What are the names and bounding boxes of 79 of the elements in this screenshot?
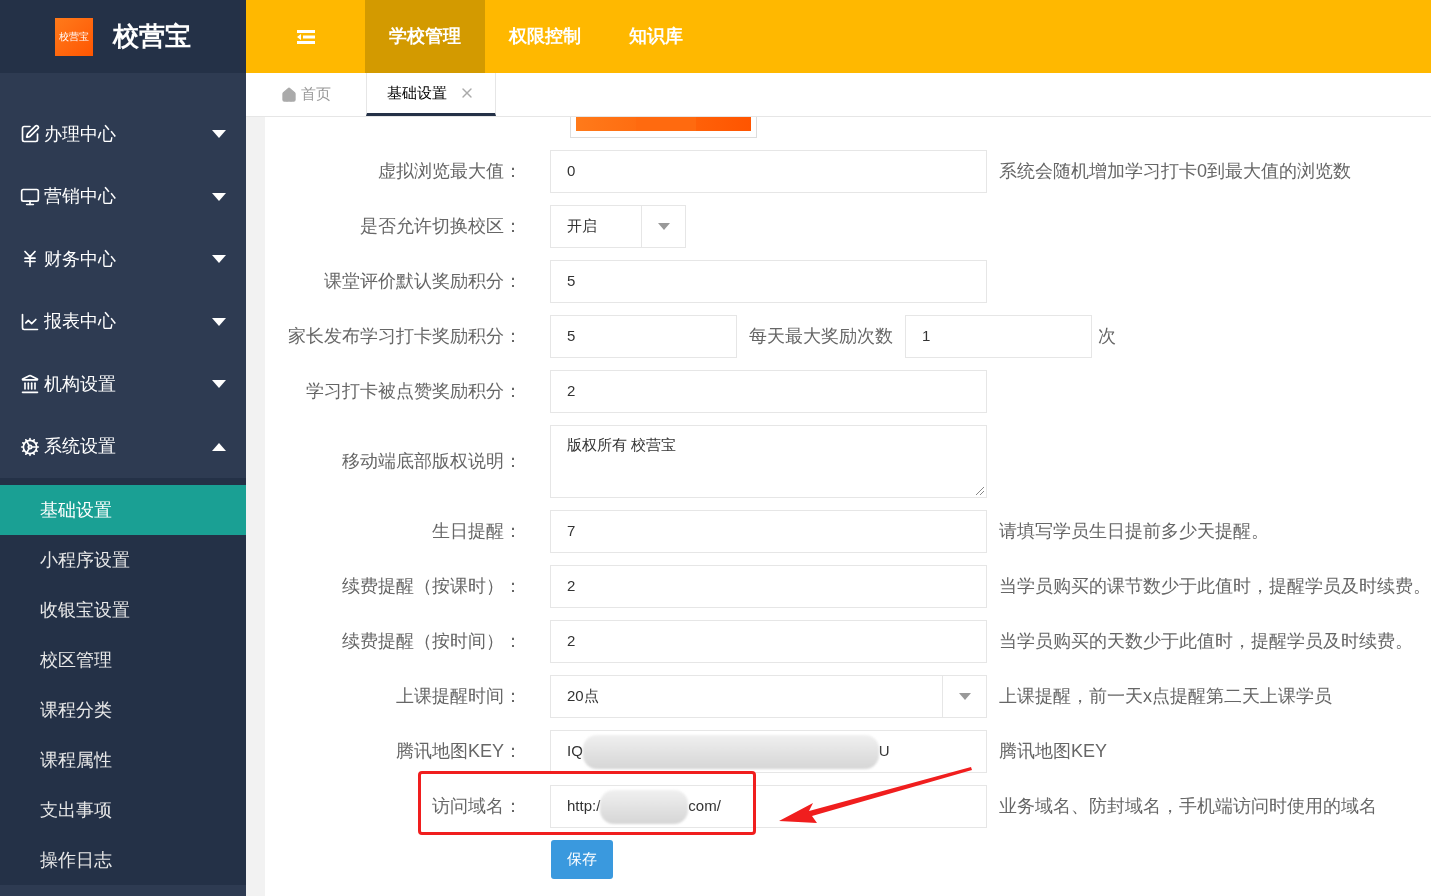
sidebar-item[interactable]: 系统设置 xyxy=(0,415,246,478)
field-hint: 当学员购买的课节数少于此值时，提醒学员及时续费。 xyxy=(999,575,1431,598)
field-hint: 业务域名、防封域名，手机端访问时使用的域名 xyxy=(999,795,1377,818)
field-hint: 上课提醒，前一天x点提醒第二天上课学员 xyxy=(999,685,1332,708)
input-field[interactable]: 1 xyxy=(905,315,1092,358)
submenu-item[interactable]: 小程序设置 xyxy=(0,535,246,585)
app-title: 校营宝 xyxy=(113,20,191,53)
field-value: http:/ xyxy=(567,796,601,817)
field-hint: 请填写学员生日提前多少天提醒。 xyxy=(999,520,1269,543)
unit-label: 次 xyxy=(1098,325,1116,348)
sidebar-item[interactable]: 机构设置 xyxy=(0,353,246,416)
select-field[interactable]: 开启 xyxy=(550,205,686,248)
sidebar-label: 营销中心 xyxy=(44,185,117,209)
caret-down-icon xyxy=(212,317,226,326)
input-field[interactable]: 0 xyxy=(550,150,987,193)
edit-icon xyxy=(20,124,40,145)
submenu-item[interactable]: 收银宝设置 xyxy=(0,585,246,635)
field-label: 家长发布学习打卡奖励积分： xyxy=(287,325,523,348)
input-field[interactable]: 5 xyxy=(550,260,987,303)
field-value: U xyxy=(878,741,890,762)
submenu-item[interactable]: 支出事项 xyxy=(0,785,246,835)
select-value: 20点 xyxy=(566,686,600,707)
sidebar-item[interactable]: 报表中心 xyxy=(0,290,246,353)
field-value: com/ xyxy=(688,796,721,817)
sidebar-label: 财务中心 xyxy=(44,247,117,271)
field-label: 腾讯地图KEY： xyxy=(394,740,523,763)
textarea-value: 版权所有 校营宝 xyxy=(567,436,677,453)
select-value: 开启 xyxy=(566,216,598,237)
submenu-item[interactable]: 课程属性 xyxy=(0,735,246,785)
home-icon xyxy=(281,86,297,103)
gear-icon xyxy=(20,436,40,457)
sidebar-label: 系统设置 xyxy=(44,435,117,459)
field-label: 生日提醒： xyxy=(431,520,523,543)
field-label: 续费提醒（按时间）： xyxy=(341,630,523,653)
monitor-icon xyxy=(20,186,40,207)
field-label: 移动端底部版权说明： xyxy=(341,450,523,473)
field-label: 访问域名： xyxy=(431,795,523,818)
sidebar-item[interactable]: 营销中心 xyxy=(0,165,246,228)
logo-badge: 校营宝 xyxy=(55,17,93,56)
select-field[interactable]: 20点 xyxy=(550,675,987,718)
line-chart-icon xyxy=(20,311,40,332)
caret-up-icon xyxy=(212,442,226,451)
field-label: 每天最大奖励次数 xyxy=(749,325,893,348)
submenu-item[interactable]: 操作日志 xyxy=(0,835,246,885)
field-label: 课堂评价默认奖励积分： xyxy=(323,270,523,293)
caret-down-icon xyxy=(212,192,226,201)
input-field[interactable]: 2 xyxy=(550,565,987,608)
sidebar-item[interactable]: 办理中心 xyxy=(0,103,246,166)
field-label: 上课提醒时间： xyxy=(395,685,523,708)
field-hint: 腾讯地图KEY xyxy=(999,740,1108,763)
field-label: 学习打卡被点赞奖励积分： xyxy=(305,380,523,403)
sidebar-item[interactable]: 财务中心 xyxy=(0,228,246,291)
input-field[interactable]: 7 xyxy=(550,510,987,553)
caret-down-icon xyxy=(212,255,226,264)
submenu-item[interactable]: 课程分类 xyxy=(0,685,246,735)
sidebar-label: 办理中心 xyxy=(44,122,117,146)
menu-toggle-icon[interactable] xyxy=(296,29,315,44)
input-field[interactable]: 2 xyxy=(550,370,987,413)
submenu-item[interactable]: 校区管理 xyxy=(0,635,246,685)
caret-down-icon xyxy=(212,380,226,389)
field-hint: 当学员购买的天数少于此值时，提醒学员及时续费。 xyxy=(999,630,1413,653)
field-hint: 系统会随机增加学习打卡0到最大值的浏览数 xyxy=(999,160,1351,183)
input-field[interactable]: 2 xyxy=(550,620,987,663)
field-label: 虚拟浏览最大值： xyxy=(377,160,523,183)
page-tab[interactable]: 基础设置 xyxy=(366,73,496,116)
bank-icon xyxy=(20,374,40,395)
dropdown-arrow-icon xyxy=(958,693,971,700)
input-field[interactable]: IQ U xyxy=(550,730,987,773)
field-label: 续费提醒（按课时）： xyxy=(341,575,523,598)
input-field[interactable]: 5 xyxy=(550,315,737,358)
sidebar-label: 机构设置 xyxy=(44,372,117,396)
field-value: IQ xyxy=(567,741,583,762)
resize-handle-icon xyxy=(975,486,984,495)
input-field[interactable]: http:/ com/ xyxy=(550,785,987,828)
textarea-field[interactable]: 版权所有 校营宝 xyxy=(550,425,987,498)
dropdown-arrow-icon xyxy=(657,223,670,230)
sidebar-label: 报表中心 xyxy=(44,310,117,334)
caret-down-icon xyxy=(212,130,226,139)
field-label: 是否允许切换校区： xyxy=(359,215,523,238)
